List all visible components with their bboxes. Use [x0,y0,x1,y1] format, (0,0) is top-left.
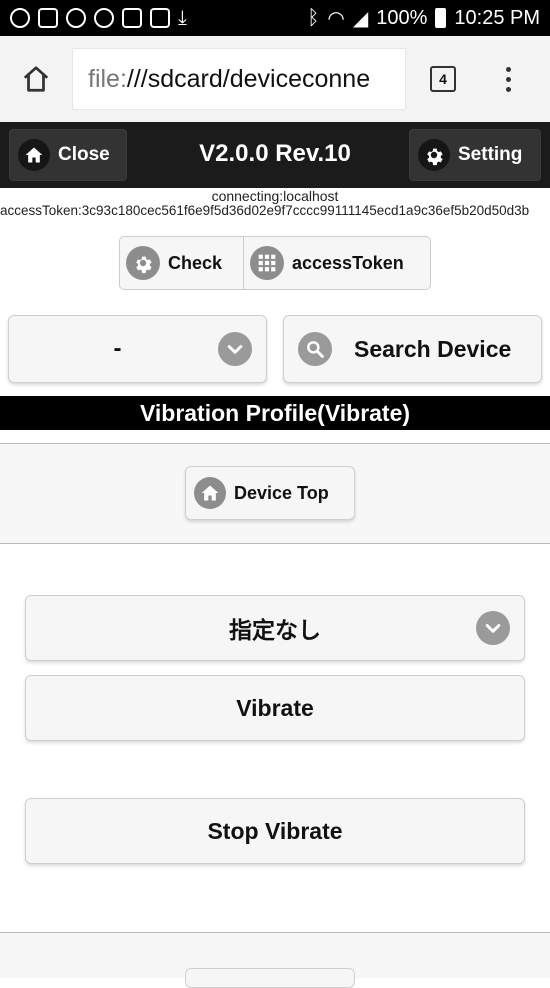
vibrate-button[interactable]: Vibrate [25,675,525,741]
vibration-pattern-value: 指定なし [229,617,321,643]
home-icon [194,477,226,509]
search-device-label: Search Device [354,335,512,362]
device-select[interactable]: - [8,315,267,383]
notification-icon [10,8,30,28]
wifi-icon: ◠ [327,7,345,30]
device-top-button[interactable]: Device Top [185,466,355,520]
device-select-value: - [113,335,122,362]
download-icon: ⤓ [178,6,187,29]
app-header: Close V2.0.0 Rev.10 Setting [0,122,550,188]
more-vert-icon [505,66,511,72]
connection-status: connecting:localhost [211,188,339,204]
signal-icon: ◢ [352,7,369,30]
browser-home-button[interactable] [0,36,72,122]
url-path: ///sdcard/deviceconne [126,64,371,93]
footer-button[interactable] [185,968,355,988]
notification-icons: ⤓ [10,7,187,30]
notification-icon [150,8,170,28]
setting-button-label: Setting [458,144,523,165]
grid-icon [250,246,284,280]
status-bar: ⤓ ᛒ ◠ ◢ 100% 10:25 PM [0,0,550,36]
notification-icon [122,8,142,28]
setting-button[interactable]: Setting [409,129,541,181]
check-button-label: Check [168,252,223,273]
tab-count: 4 [430,66,456,92]
device-top-label: Device Top [234,482,329,503]
gear-icon [418,139,450,171]
browser-toolbar: file:///sdcard/deviceconne 4 [0,36,550,122]
check-button[interactable]: Check [120,237,244,289]
notification-icon [66,8,86,28]
battery-icon [435,8,447,28]
vibration-pattern-select[interactable]: 指定なし [25,595,525,661]
url-bar[interactable]: file:///sdcard/deviceconne [72,48,406,110]
chevron-down-icon [218,332,252,366]
tab-switcher-button[interactable]: 4 [406,36,480,122]
battery-level: 100% [376,6,428,29]
profile-title-bar: Vibration Profile(Vibrate) [0,396,550,430]
browser-menu-button[interactable] [480,36,536,122]
chevron-down-icon [476,611,510,645]
clock: 10:25 PM [454,6,540,29]
access-token-button-label: accessToken [292,252,404,273]
gear-icon [126,246,160,280]
stop-vibrate-button[interactable]: Stop Vibrate [25,798,525,864]
vibrate-button-label: Vibrate [236,694,314,721]
search-icon [298,332,332,366]
bluetooth-icon: ᛒ [307,6,320,29]
auth-button-group: Check accessToken [119,236,431,290]
search-device-button[interactable]: Search Device [283,315,542,383]
access-token-button[interactable]: accessToken [244,237,430,289]
notification-icon [94,8,114,28]
url-scheme: file: [88,64,127,93]
notification-icon [38,8,58,28]
access-token-text: accessToken:3c93c180cec561f6e9f5d36d02e9… [0,203,530,218]
stop-vibrate-button-label: Stop Vibrate [207,817,343,844]
home-icon [23,66,49,92]
